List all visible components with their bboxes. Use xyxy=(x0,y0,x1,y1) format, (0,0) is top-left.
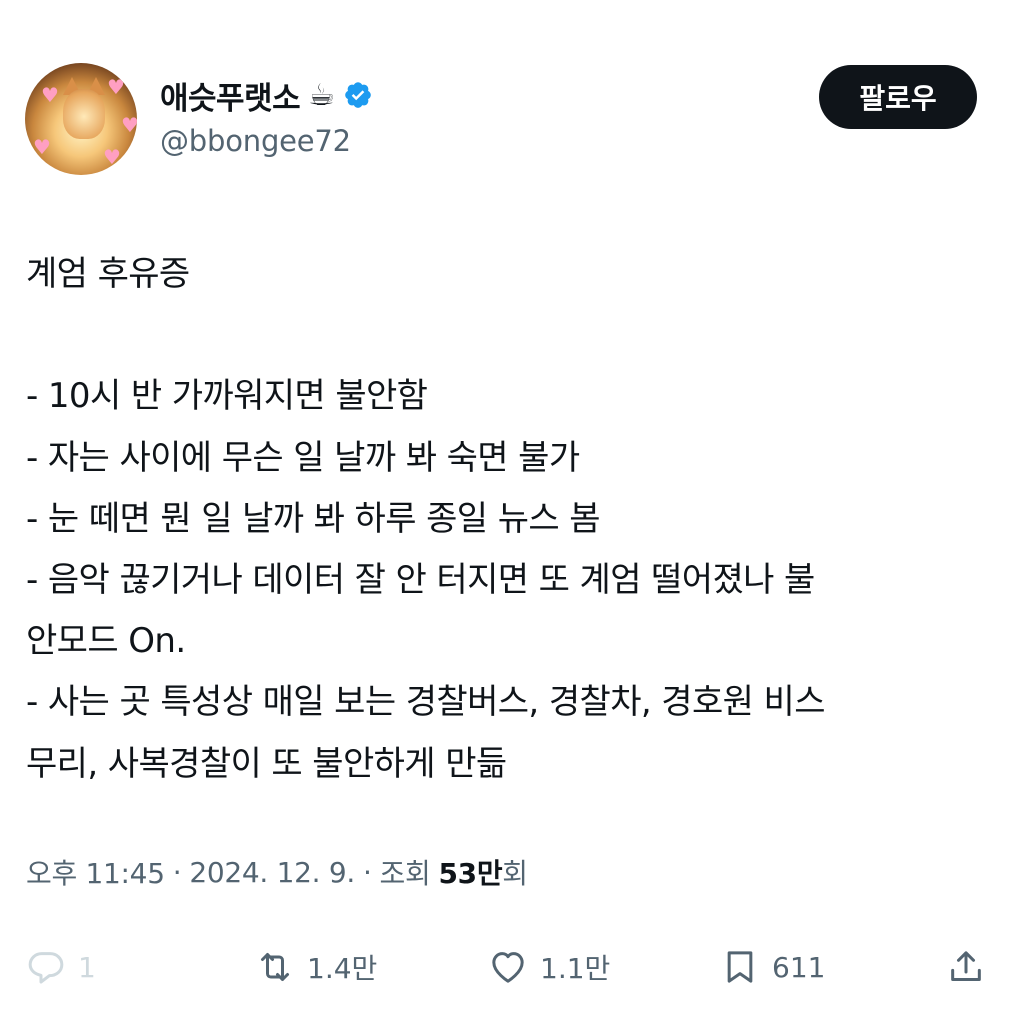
retweet-count: 1.4만 xyxy=(307,952,378,985)
tweet-line: - 음악 끊기거나 데이터 잘 안 터지면 또 계엄 떨어졌나 불 xyxy=(26,559,815,600)
separator-dot: · xyxy=(172,855,182,889)
retweet-icon xyxy=(261,953,289,981)
separator-dot: · xyxy=(362,855,372,889)
tweet-line: 무리, 사복경찰이 또 불안하게 만듦 xyxy=(26,743,507,784)
action-bar: 1 1.4만 1.1만 611 xyxy=(0,935,1024,999)
views-label: 조회 xyxy=(379,857,431,890)
tweet-line: 계엄 후유증 xyxy=(26,254,190,294)
follow-button[interactable]: 팔로우 xyxy=(819,65,977,129)
coffee-emoji: ☕ xyxy=(308,77,336,113)
author-name-row[interactable]: 애슷푸랫소 ☕ xyxy=(160,72,373,118)
heart-decoration: ♥ xyxy=(41,83,59,107)
share-button[interactable] xyxy=(946,935,986,999)
tweet-date[interactable]: 2024. 12. 9. xyxy=(189,856,355,889)
tweet-line: - 눈 떼면 뭔 일 날까 봐 하루 종일 뉴스 봄 xyxy=(26,498,601,539)
like-button[interactable]: 1.1만 xyxy=(488,935,610,999)
bookmark-icon xyxy=(727,951,753,983)
reply-icon xyxy=(28,952,64,984)
views-count: 53만 xyxy=(438,857,503,890)
display-name[interactable]: 애슷푸랫소 xyxy=(160,73,301,118)
cat-face xyxy=(63,89,105,139)
share-icon xyxy=(951,951,981,981)
heart-icon xyxy=(492,952,524,983)
reply-count: 1 xyxy=(78,950,96,984)
heart-decoration: ♥ xyxy=(121,113,137,137)
reply-button[interactable]: 1 xyxy=(26,935,96,999)
heart-decoration: ♥ xyxy=(33,135,51,159)
tweet-line: - 사는 곳 특성상 매일 보는 경찰버스, 경찰차, 경호원 비스 xyxy=(26,682,826,723)
like-count: 1.1만 xyxy=(540,952,611,985)
bookmark-count: 611 xyxy=(772,950,826,984)
tweet-line: 안모드 On. xyxy=(26,621,186,662)
heart-decoration: ♥ xyxy=(103,145,121,169)
tweet-meta: 오후 11:45 · 2024. 12. 9. · 조회 53만 회 xyxy=(26,852,528,892)
tweet-text: 계엄 후유증 - 10시 반 가까워지면 불안함 - 자는 사이에 무슨 일 날… xyxy=(26,244,1001,795)
tweet-line: - 10시 반 가까워지면 불안함 xyxy=(26,376,428,417)
avatar[interactable]: ♥ ♥ ♥ ♥ ♥ xyxy=(25,63,137,175)
tweet-line xyxy=(26,305,1001,366)
tweet-time[interactable]: 오후 11:45 xyxy=(26,852,165,892)
verified-badge-icon xyxy=(345,82,371,108)
handle[interactable]: @bbongee72 xyxy=(160,124,351,158)
heart-decoration: ♥ xyxy=(107,75,125,99)
views-suffix: 회 xyxy=(502,857,528,890)
bookmark-button[interactable]: 611 xyxy=(720,935,825,999)
tweet-line: - 자는 사이에 무슨 일 날까 봐 숙면 불가 xyxy=(26,437,580,478)
retweet-button[interactable]: 1.4만 xyxy=(255,935,377,999)
